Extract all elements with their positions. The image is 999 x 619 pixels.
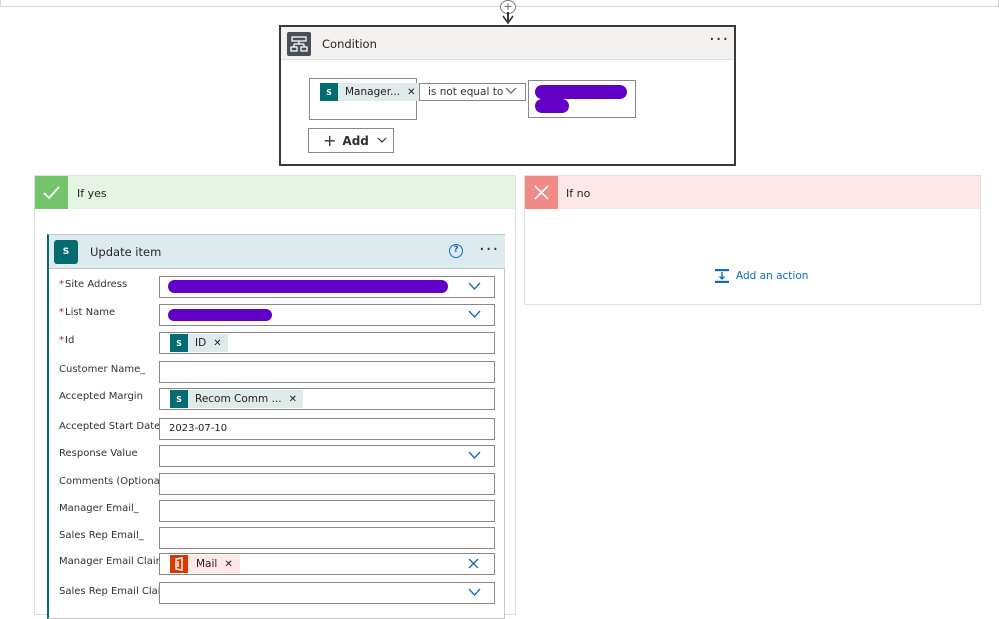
margin-token[interactable]: S Recom Comm ... ✕ bbox=[170, 390, 304, 408]
sharepoint-icon: S bbox=[170, 334, 188, 352]
margin-token-label: Recom Comm ... bbox=[195, 393, 282, 405]
manager-email-field[interactable] bbox=[159, 500, 495, 522]
accepted-start-date-label: Accepted Start Date bbox=[59, 421, 161, 432]
sharepoint-icon: S bbox=[320, 83, 338, 101]
operator-value: is not equal to bbox=[428, 86, 504, 98]
comments-label: Comments (Optional) bbox=[59, 476, 167, 487]
sharepoint-icon: S bbox=[54, 240, 78, 264]
manager-email-claims-field[interactable]: Mail ✕ bbox=[159, 553, 495, 575]
sharepoint-icon: S bbox=[170, 390, 188, 408]
if-no-header[interactable]: If no bbox=[525, 176, 980, 209]
manager-email-claims-label: Manager Email Claims bbox=[59, 556, 171, 567]
if-yes-branch: If yes S Update item ? ··· *Site Address… bbox=[34, 175, 516, 619]
id-token-label: ID bbox=[195, 337, 207, 349]
condition-card[interactable]: Condition ··· S Manager... ✕ is not equa… bbox=[279, 25, 736, 166]
chevron-down-icon[interactable] bbox=[468, 451, 481, 460]
response-value-field[interactable] bbox=[159, 445, 495, 467]
update-item-header[interactable]: S Update item ? ··· bbox=[49, 235, 505, 269]
update-item-more-menu[interactable]: ··· bbox=[479, 241, 499, 259]
start-date-value: 2023-07-10 bbox=[169, 423, 228, 434]
id-label: *Id bbox=[59, 335, 75, 346]
condition-header[interactable]: Condition ··· bbox=[281, 27, 734, 60]
update-item-title: Update item bbox=[90, 245, 162, 259]
redaction-mark bbox=[535, 85, 627, 99]
checkmark-icon bbox=[35, 176, 68, 209]
sales-rep-email-field[interactable] bbox=[159, 527, 495, 549]
chevron-down-icon[interactable] bbox=[468, 310, 481, 319]
customer-name-field[interactable] bbox=[159, 361, 495, 383]
chevron-down-icon bbox=[505, 87, 517, 94]
add-an-action-link[interactable]: Add an action bbox=[714, 268, 808, 284]
sales-rep-email-claims-field[interactable] bbox=[159, 582, 495, 604]
list-name-label: *List Name bbox=[59, 307, 116, 318]
condition-right-operand[interactable] bbox=[528, 80, 636, 118]
add-condition-button[interactable]: + Add bbox=[308, 128, 394, 153]
comments-field[interactable] bbox=[159, 473, 495, 495]
redaction-mark bbox=[168, 280, 448, 293]
accepted-margin-field[interactable]: S Recom Comm ... ✕ bbox=[159, 388, 495, 410]
condition-left-operand[interactable]: S Manager... ✕ bbox=[309, 78, 422, 120]
add-an-action-label: Add an action bbox=[736, 270, 809, 282]
if-yes-header[interactable]: If yes bbox=[35, 176, 515, 209]
update-item-card[interactable]: S Update item ? ··· *Site Address *List … bbox=[47, 234, 505, 619]
if-no-branch: If no Add an action bbox=[524, 175, 981, 305]
add-label: Add bbox=[342, 133, 369, 148]
office-icon bbox=[170, 555, 188, 573]
remove-token-icon[interactable]: ✕ bbox=[224, 559, 232, 570]
condition-icon bbox=[287, 32, 311, 56]
id-token[interactable]: S ID ✕ bbox=[170, 334, 228, 352]
customer-name-label: Customer Name_ bbox=[59, 364, 146, 375]
close-icon bbox=[525, 176, 558, 209]
mail-token-label: Mail bbox=[196, 558, 218, 570]
chevron-down-icon[interactable] bbox=[468, 588, 481, 597]
if-yes-title: If yes bbox=[77, 187, 107, 200]
condition-more-menu[interactable]: ··· bbox=[709, 31, 729, 49]
id-field[interactable]: S ID ✕ bbox=[159, 332, 495, 354]
help-icon[interactable]: ? bbox=[449, 244, 463, 258]
redaction-mark bbox=[535, 99, 569, 113]
redaction-mark bbox=[168, 309, 272, 321]
sales-rep-email-label: Sales Rep Email_ bbox=[59, 530, 144, 541]
dynamic-content-token[interactable]: S Manager... ✕ bbox=[320, 83, 422, 101]
if-no-title: If no bbox=[566, 187, 591, 200]
remove-token-icon[interactable]: ✕ bbox=[289, 394, 297, 405]
token-label: Manager... bbox=[345, 86, 401, 98]
chevron-down-icon[interactable] bbox=[468, 282, 481, 291]
add-action-icon bbox=[715, 269, 729, 283]
condition-operator-select[interactable]: is not equal to bbox=[419, 83, 526, 101]
plus-icon: + bbox=[323, 131, 337, 150]
accepted-margin-label: Accepted Margin bbox=[59, 391, 143, 402]
response-value-label: Response Value bbox=[59, 448, 138, 459]
site-address-label: *Site Address bbox=[59, 279, 128, 290]
clear-icon[interactable] bbox=[468, 558, 479, 569]
condition-title: Condition bbox=[322, 37, 377, 51]
manager-email-label: Manager Email_ bbox=[59, 503, 139, 514]
chevron-down-icon bbox=[377, 137, 387, 143]
list-name-field[interactable] bbox=[159, 304, 495, 326]
arrow-down-icon bbox=[502, 15, 514, 25]
remove-token-icon[interactable]: ✕ bbox=[213, 338, 221, 349]
site-address-field[interactable] bbox=[159, 276, 495, 298]
accepted-start-date-field[interactable]: 2023-07-10 bbox=[159, 418, 495, 440]
remove-token-icon[interactable]: ✕ bbox=[407, 87, 415, 98]
mail-token[interactable]: Mail ✕ bbox=[170, 555, 240, 573]
